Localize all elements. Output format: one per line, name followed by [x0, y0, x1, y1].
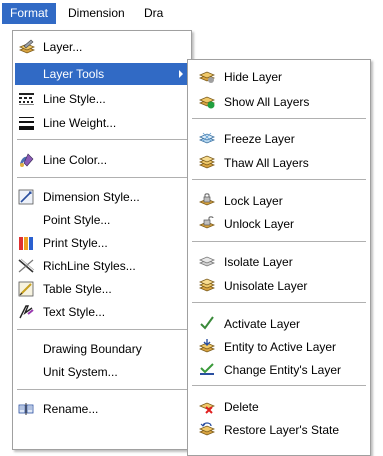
- menu-item-line-color[interactable]: Line Color...: [15, 149, 189, 171]
- rename-icon: [18, 401, 35, 417]
- activate-layer-icon: [198, 315, 216, 331]
- menu-item-label: Line Weight...: [43, 116, 117, 130]
- menu-item-point-style[interactable]: Point Style...: [15, 209, 189, 231]
- isolate-layer-icon: [198, 253, 216, 269]
- text-style-icon: [18, 304, 35, 320]
- submenu-item-label: Show All Layers: [224, 95, 310, 109]
- menu-item-label: Rename...: [43, 402, 99, 416]
- submenu-item-label: Restore Layer's State: [224, 423, 340, 437]
- submenu-item-freeze-layer[interactable]: Freeze Layer: [190, 127, 368, 149]
- restore-layer-state-icon: [198, 421, 216, 437]
- delete-layer-icon: [198, 398, 216, 414]
- menu-separator: [17, 389, 187, 390]
- format-menu: Layer... Layer Tools Line Style... Line …: [12, 30, 192, 450]
- submenu-item-label: Activate Layer: [224, 317, 301, 331]
- menu-item-label: Layer Tools: [43, 67, 105, 81]
- submenu-item-show-all-layers[interactable]: Show All Layers: [190, 90, 368, 112]
- submenu-item-thaw-all-layers[interactable]: Thaw All Layers: [190, 151, 368, 173]
- change-entity-layer-icon: [198, 361, 216, 377]
- menu-item-label: Print Style...: [43, 236, 108, 250]
- menu-item-drawing-boundary[interactable]: Drawing Boundary: [15, 338, 189, 360]
- menu-item-layer-tools[interactable]: Layer Tools: [15, 63, 189, 85]
- submenu-item-activate-layer[interactable]: Activate Layer: [190, 312, 368, 334]
- menu-separator: [17, 177, 187, 178]
- submenu-item-unlock-layer[interactable]: Unlock Layer: [190, 212, 368, 234]
- menu-item-line-weight[interactable]: Line Weight...: [15, 112, 189, 134]
- layer-icon: [18, 39, 35, 55]
- menu-separator: [17, 329, 187, 330]
- menu-item-label: RichLine Styles...: [43, 259, 136, 273]
- richline-styles-icon: [18, 258, 35, 274]
- menu-item-label: Line Style...: [43, 92, 106, 106]
- menu-item-label: Layer...: [43, 40, 83, 54]
- line-weight-icon: [18, 115, 35, 131]
- menu-item-label: Line Color...: [43, 153, 108, 167]
- submenu-separator: [192, 118, 366, 119]
- submenu-item-delete[interactable]: Delete: [190, 395, 368, 417]
- submenu-separator: [192, 302, 366, 303]
- menu-item-unit-system[interactable]: Unit System...: [15, 361, 189, 383]
- menu-draw-partial[interactable]: Dra: [136, 3, 171, 24]
- show-all-layers-icon: [198, 93, 216, 109]
- hide-layer-icon: [198, 68, 216, 84]
- submenu-item-label: Unisolate Layer: [224, 279, 308, 293]
- unlock-layer-icon: [198, 215, 216, 231]
- menu-separator: [17, 139, 187, 140]
- menu-item-label: Point Style...: [43, 213, 111, 227]
- menu-item-layer[interactable]: Layer...: [15, 36, 189, 58]
- submenu-arrow-icon: [179, 70, 183, 78]
- menu-item-text-style[interactable]: Text Style...: [15, 301, 189, 323]
- menu-item-line-style[interactable]: Line Style...: [15, 88, 189, 110]
- submenu-item-restore-layer-state[interactable]: Restore Layer's State: [190, 418, 368, 440]
- line-color-icon: [18, 152, 35, 168]
- menu-item-rename[interactable]: Rename...: [15, 398, 189, 420]
- submenu-item-unisolate-layer[interactable]: Unisolate Layer: [190, 274, 368, 296]
- table-style-icon: [18, 281, 35, 297]
- lock-layer-icon: [198, 192, 216, 208]
- submenu-item-label: Delete: [224, 400, 259, 414]
- submenu-item-hide-layer[interactable]: Hide Layer: [190, 65, 368, 87]
- line-style-icon: [18, 91, 35, 107]
- thaw-all-layers-icon: [198, 154, 216, 170]
- menu-item-label: Text Style...: [43, 305, 106, 319]
- menu-item-print-style[interactable]: Print Style...: [15, 232, 189, 254]
- menu-item-label: Drawing Boundary: [43, 342, 142, 356]
- submenu-item-change-entity-layer[interactable]: Change Entity's Layer: [190, 358, 368, 380]
- submenu-item-label: Change Entity's Layer: [224, 363, 342, 377]
- menu-item-table-style[interactable]: Table Style...: [15, 278, 189, 300]
- print-style-icon: [18, 235, 35, 251]
- submenu-item-lock-layer[interactable]: Lock Layer: [190, 189, 368, 211]
- submenu-item-label: Hide Layer: [224, 70, 283, 84]
- submenu-item-label: Entity to Active Layer: [224, 340, 337, 354]
- submenu-item-label: Isolate Layer: [224, 255, 293, 269]
- menu-format[interactable]: Format: [2, 3, 57, 24]
- submenu-item-label: Unlock Layer: [224, 217, 295, 231]
- menu-item-label: Table Style...: [43, 282, 112, 296]
- menu-bar: Format Dimension Dra: [0, 0, 383, 24]
- layer-tools-submenu: Hide Layer Show All Layers Freeze Layer: [187, 59, 371, 456]
- submenu-item-entity-to-active-layer[interactable]: Entity to Active Layer: [190, 335, 368, 357]
- menu-item-dimension-style[interactable]: Dimension Style...: [15, 186, 189, 208]
- submenu-separator: [192, 241, 366, 242]
- menu-item-richline-styles[interactable]: RichLine Styles...: [15, 255, 189, 277]
- dimension-style-icon: [18, 189, 35, 205]
- submenu-separator: [192, 385, 366, 386]
- menu-item-label: Dimension Style...: [43, 190, 140, 204]
- submenu-item-isolate-layer[interactable]: Isolate Layer: [190, 250, 368, 272]
- submenu-item-label: Lock Layer: [224, 194, 283, 208]
- menu-dimension[interactable]: Dimension: [60, 3, 133, 24]
- submenu-item-label: Freeze Layer: [224, 132, 295, 146]
- submenu-item-label: Thaw All Layers: [224, 156, 309, 170]
- menu-item-label: Unit System...: [43, 365, 118, 379]
- submenu-separator: [192, 179, 366, 180]
- unisolate-layer-icon: [198, 277, 216, 293]
- freeze-layer-icon: [198, 130, 216, 146]
- entity-to-active-layer-icon: [198, 338, 216, 354]
